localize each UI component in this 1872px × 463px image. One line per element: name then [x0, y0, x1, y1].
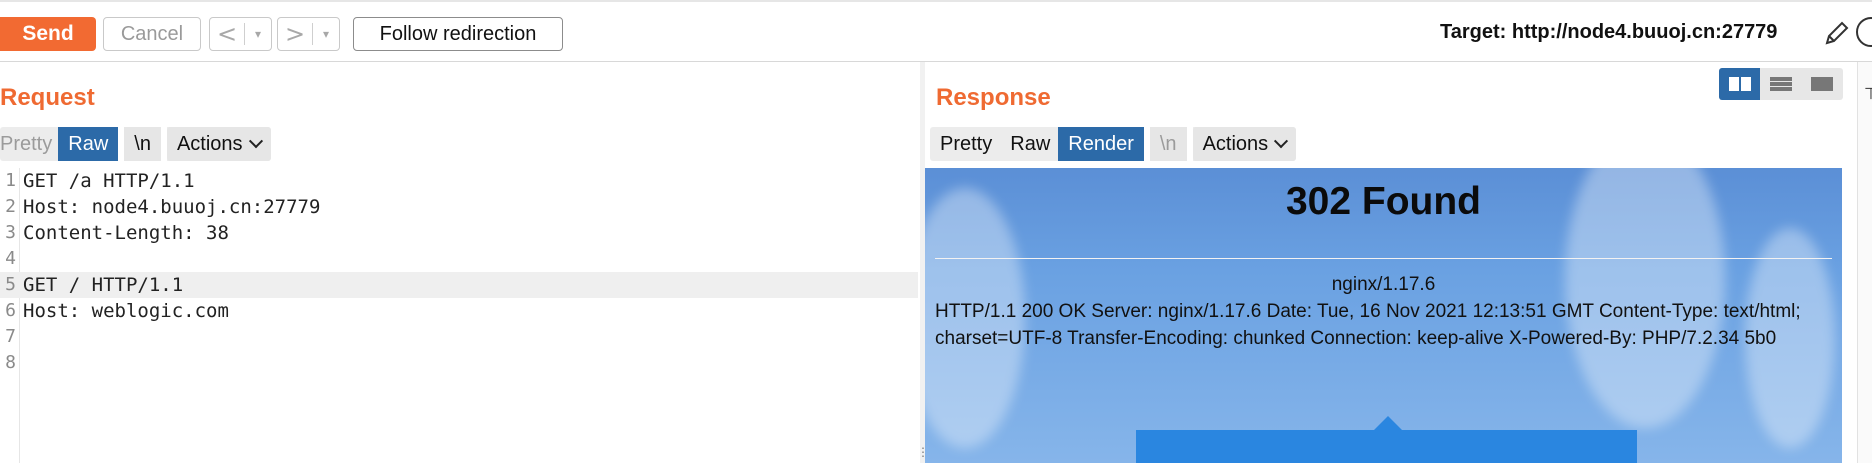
tab-newline[interactable]: \n: [1149, 127, 1187, 161]
editor-line[interactable]: 7: [0, 324, 918, 350]
line-number: 5: [5, 274, 16, 295]
render-server: nginx/1.17.6: [1331, 274, 1436, 295]
line-text: Host: weblogic.com: [23, 300, 229, 322]
editor-line[interactable]: 6 Host: weblogic.com: [0, 298, 918, 324]
render-content-box: [1136, 430, 1637, 463]
target-label: Target: http://node4.buuoj.cn:27779: [1440, 21, 1778, 43]
line-number: 2: [5, 196, 16, 217]
tab-raw[interactable]: Raw: [58, 127, 119, 161]
separator: [1186, 127, 1193, 161]
history-forward-group: > ▾: [277, 17, 340, 51]
forward-button[interactable]: >: [278, 20, 312, 48]
collapse-icon[interactable]: ⊤: [1864, 84, 1872, 104]
actions-label: Actions: [1202, 132, 1269, 155]
back-button[interactable]: <: [210, 20, 244, 48]
chevron-down-icon: [248, 134, 263, 149]
line-number: 8: [5, 352, 16, 373]
line-text: Content-Length: 38: [23, 222, 229, 244]
actions-label: Actions: [176, 132, 243, 155]
editor-line[interactable]: 1 GET /a HTTP/1.1: [0, 168, 918, 194]
line-text: GET /a HTTP/1.1: [23, 170, 195, 192]
response-tabs: Pretty Raw Render \n Actions: [930, 127, 1297, 161]
request-editor[interactable]: 1 GET /a HTTP/1.1 2 Host: node4.buuoj.cn:2…: [0, 168, 918, 463]
cancel-button[interactable]: Cancel: [103, 17, 201, 51]
chevron-down-icon: [1274, 134, 1289, 149]
right-sidebar-edge: [1857, 62, 1872, 463]
line-text: GET / HTTP/1.1: [23, 274, 184, 296]
tab-pretty[interactable]: Pretty: [0, 127, 58, 161]
single-view-icon[interactable]: [1802, 68, 1843, 100]
request-actions-button[interactable]: Actions: [166, 127, 271, 161]
tab-raw[interactable]: Raw: [1002, 127, 1058, 161]
tab-render[interactable]: Render: [1058, 127, 1144, 161]
tab-pretty[interactable]: Pretty: [930, 127, 1002, 161]
send-button[interactable]: Send: [0, 17, 96, 51]
tab-newline[interactable]: \n: [124, 127, 161, 161]
request-title: Request: [0, 84, 95, 111]
view-mode-toggle: [1719, 68, 1843, 100]
forward-dropdown-icon[interactable]: ▾: [313, 27, 339, 41]
line-number: 6: [5, 300, 16, 321]
editor-line[interactable]: 8: [0, 350, 918, 376]
line-number: 1: [5, 170, 16, 191]
line-number: 4: [5, 248, 16, 269]
line-text: Host: node4.buuoj.cn:27779: [23, 196, 321, 218]
history-back-group: < ▾: [209, 17, 272, 51]
render-body-text: HTTP/1.1 200 OK Server: nginx/1.17.6 Dat…: [935, 301, 1801, 349]
follow-redirection-button[interactable]: Follow redirection: [353, 17, 563, 51]
render-box-notch: [1374, 416, 1402, 430]
render-heading: 302 Found: [1285, 180, 1482, 223]
editor-line[interactable]: 3 Content-Length: 38: [0, 220, 918, 246]
help-circle-icon[interactable]: [1856, 17, 1872, 47]
response-actions-button[interactable]: Actions: [1192, 127, 1297, 161]
rendered-response: 302 Found nginx/1.17.6 HTTP/1.1 200 OK S…: [925, 168, 1842, 463]
pencil-icon[interactable]: [1822, 18, 1852, 48]
split-rows-icon[interactable]: [1760, 68, 1801, 100]
editor-line-current[interactable]: 5 GET / HTTP/1.1: [0, 272, 918, 298]
request-tabs: Pretty Raw \n Actions: [0, 127, 271, 161]
top-toolbar: Send Cancel < ▾ > ▾ Follow redirection T…: [0, 0, 1872, 62]
editor-line[interactable]: 2 Host: node4.buuoj.cn:27779: [0, 194, 918, 220]
editor-line[interactable]: 4: [0, 246, 918, 272]
split-columns-icon[interactable]: [1719, 68, 1761, 100]
response-title: Response: [936, 84, 1051, 111]
line-number: 3: [5, 222, 16, 243]
line-number: 7: [5, 326, 16, 347]
back-dropdown-icon[interactable]: ▾: [245, 27, 271, 41]
render-divider: [935, 258, 1832, 259]
